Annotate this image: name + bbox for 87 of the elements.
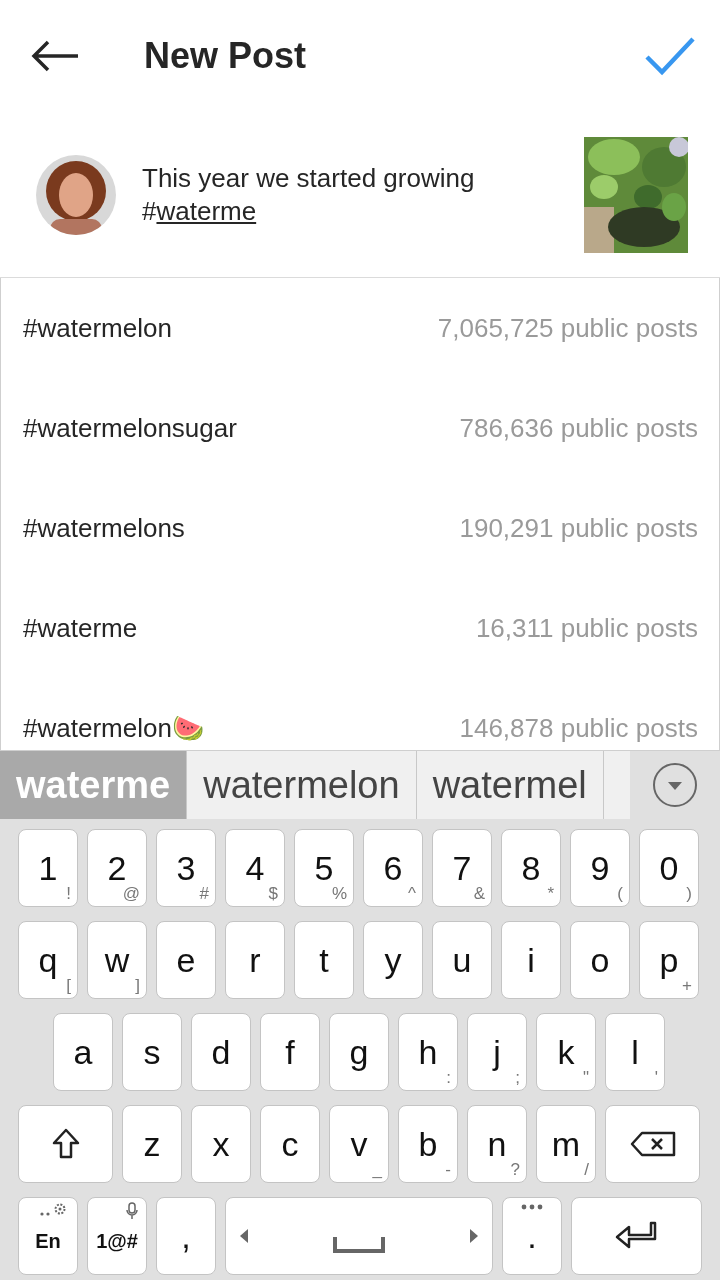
- right-arrow-icon: [468, 1229, 478, 1243]
- key-hint: $: [268, 884, 278, 904]
- key-hint: ?: [510, 1160, 520, 1180]
- key-hint: ^: [408, 884, 416, 904]
- key[interactable]: u: [432, 921, 492, 999]
- shift-arrow-icon: [51, 1128, 80, 1160]
- key[interactable]: 5 %: [294, 829, 354, 907]
- key[interactable]: ,: [156, 1197, 216, 1275]
- back-arrow-icon[interactable]: [30, 39, 80, 73]
- hashtag-suggestion[interactable]: #watermelon: [23, 312, 172, 344]
- key-hint: +: [682, 976, 692, 996]
- post-count: 190,291 public posts: [459, 512, 698, 544]
- key[interactable]: e: [156, 921, 216, 999]
- ellipsis-icon: [521, 1204, 543, 1210]
- key[interactable]: a: [53, 1013, 113, 1091]
- key[interactable]: h :: [398, 1013, 458, 1091]
- key-hint: [: [66, 976, 71, 996]
- post-count: 786,636 public posts: [459, 412, 698, 444]
- key[interactable]: n ?: [467, 1105, 527, 1183]
- key-hint: -: [445, 1160, 451, 1180]
- key[interactable]: 0 ): [639, 829, 699, 907]
- post-count: 7,065,725 public posts: [437, 312, 698, 344]
- key[interactable]: i: [501, 921, 561, 999]
- key-hint: %: [331, 884, 347, 904]
- enter-key[interactable]: [571, 1197, 702, 1275]
- space-bar-icon: [333, 1237, 385, 1253]
- key-hint: @: [122, 884, 140, 904]
- key[interactable]: w ]: [87, 921, 147, 999]
- post-count: 16,311 public posts: [475, 612, 698, 644]
- key[interactable]: 6 ^: [363, 829, 423, 907]
- key[interactable]: b -: [398, 1105, 458, 1183]
- key[interactable]: y: [363, 921, 423, 999]
- key-hint: ': [654, 1068, 658, 1088]
- key[interactable]: d: [191, 1013, 251, 1091]
- symbols-key[interactable]: 1@#: [87, 1197, 147, 1275]
- key[interactable]: j ;: [467, 1013, 527, 1091]
- hashtag-suggestion[interactable]: #watermelon🍉: [23, 712, 204, 744]
- key[interactable]: f: [260, 1013, 320, 1091]
- key-hint: :: [446, 1068, 451, 1088]
- key[interactable]: q [: [18, 921, 78, 999]
- key[interactable]: o: [570, 921, 630, 999]
- key[interactable]: 7 &: [432, 829, 492, 907]
- dropdown-icon[interactable]: [652, 762, 698, 808]
- key[interactable]: r: [225, 921, 285, 999]
- key[interactable]: 8 *: [501, 829, 561, 907]
- key[interactable]: c: [260, 1105, 320, 1183]
- key[interactable]: 2 @: [87, 829, 147, 907]
- key-hint: ): [686, 884, 692, 904]
- key-hint: (: [617, 884, 623, 904]
- language-key[interactable]: En: [18, 1197, 78, 1275]
- enter-icon: [614, 1221, 659, 1251]
- key[interactable]: x: [191, 1105, 251, 1183]
- caption-text[interactable]: This year we started growing #waterme: [142, 161, 584, 228]
- key-hint: &: [473, 884, 485, 904]
- key-hint: ]: [135, 976, 140, 996]
- backspace-icon: [629, 1131, 676, 1157]
- checkmark-icon[interactable]: [644, 35, 696, 77]
- key[interactable]: g: [329, 1013, 389, 1091]
- key[interactable]: v _: [329, 1105, 389, 1183]
- key[interactable]: t: [294, 921, 354, 999]
- key[interactable]: l ': [605, 1013, 665, 1091]
- hashtag-suggestion[interactable]: #watermelons: [23, 512, 185, 544]
- key[interactable]: k ": [536, 1013, 596, 1091]
- key[interactable]: 9 (: [570, 829, 630, 907]
- hashtag-suggestion[interactable]: #watermelonsugar: [23, 412, 237, 444]
- key[interactable]: m /: [536, 1105, 596, 1183]
- key[interactable]: 1 !: [18, 829, 78, 907]
- left-arrow-icon: [240, 1229, 250, 1243]
- key-hint: *: [547, 884, 554, 904]
- shift-key[interactable]: [18, 1105, 113, 1183]
- key[interactable]: 4 $: [225, 829, 285, 907]
- key-hint: ;: [515, 1068, 520, 1088]
- key-hint: !: [66, 884, 71, 904]
- key-hint: #: [199, 884, 209, 904]
- key[interactable]: s: [122, 1013, 182, 1091]
- key[interactable]: p +: [639, 921, 699, 999]
- key-hint: _: [372, 1160, 382, 1180]
- period-key[interactable]: .: [502, 1197, 562, 1275]
- post-count: 146,878 public posts: [459, 712, 698, 744]
- key-hint: /: [584, 1160, 589, 1180]
- screen-title: New Post: [144, 35, 308, 77]
- key[interactable]: z: [122, 1105, 182, 1183]
- microphone-icon: [126, 1202, 138, 1220]
- key-hint: ": [582, 1068, 589, 1088]
- backspace-key[interactable]: [605, 1105, 700, 1183]
- hashtag-suggestion[interactable]: #waterme: [23, 612, 138, 644]
- key[interactable]: 3 #: [156, 829, 216, 907]
